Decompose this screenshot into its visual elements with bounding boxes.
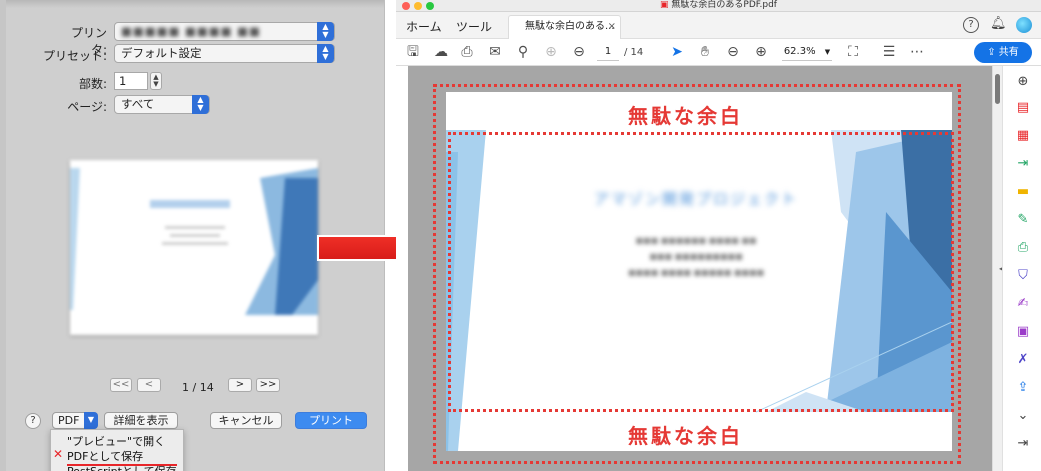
select-cursor-icon[interactable]: ➤ <box>668 43 686 61</box>
tab-document[interactable]: 無駄な余白のある... × <box>508 15 621 39</box>
page-first-button[interactable]: << <box>110 378 132 392</box>
comment-icon[interactable]: ▬ <box>1015 184 1031 200</box>
window-title: 無駄な余白のあるPDF.pdf <box>671 0 777 10</box>
zoom-search-icon[interactable]: ⚲ <box>514 43 532 61</box>
close-icon[interactable]: × <box>608 16 616 38</box>
menu-item-open-preview[interactable]: "プレビュー"で開く <box>67 433 165 449</box>
page-down-icon[interactable]: ⊖ <box>570 43 588 61</box>
send-sign-icon[interactable]: ▣ <box>1015 324 1031 340</box>
show-details-button[interactable]: 詳細を表示 <box>104 412 178 429</box>
toolbar: 🖫︎ ☁︎ ⎙ ✉︎ ⚲ ⊕ ⊖ 1 / 14 ➤ ✋︎ ⊖ ⊕ 62.3% ▼… <box>396 39 1041 66</box>
create-pdf-icon[interactable]: ▤ <box>1015 100 1031 116</box>
page-prev-button[interactable]: < <box>137 378 161 392</box>
pdf-button-label: PDF <box>58 414 80 427</box>
window-minimize-button[interactable] <box>414 2 422 10</box>
content-area-outline <box>448 132 954 412</box>
window-close-button[interactable] <box>402 2 410 10</box>
print-icon[interactable]: ⎙ <box>458 43 476 61</box>
search-zoom-icon[interactable]: ⊕ <box>1015 74 1031 90</box>
page-indicator: 1 / 14 <box>182 381 214 394</box>
print-production-icon[interactable]: ⎙ <box>1015 240 1031 256</box>
save-icon[interactable]: 🖫︎ <box>404 43 422 61</box>
organize-pages-icon[interactable]: ▦ <box>1015 128 1031 144</box>
zoom-select[interactable]: 62.3% ▼ <box>782 44 832 61</box>
chevron-down-icon: ▼ <box>824 48 831 56</box>
left-strip <box>396 66 408 471</box>
avatar[interactable] <box>1016 17 1032 33</box>
tab-bar: ホーム ツール 無駄な余白のある... × ? 🔔︎ <box>396 12 1041 39</box>
hand-icon[interactable]: ✋︎ <box>696 43 714 61</box>
mail-icon[interactable]: ✉︎ <box>486 43 504 61</box>
page-next-button[interactable]: > <box>228 378 252 392</box>
page-last-button[interactable]: >> <box>256 378 280 392</box>
share-upload-icon: ⇪ <box>987 47 999 58</box>
pdf-dropdown-menu: "プレビュー"で開く ✕ PDFとして保存 PostScriptとして保存 <box>50 429 184 471</box>
dialog-left-edge <box>0 0 6 471</box>
page-fit-icon[interactable]: ⛶ <box>844 43 862 61</box>
zoom-value: 62.3% <box>783 46 816 57</box>
tab-tools[interactable]: ツール <box>456 18 492 35</box>
menu-item-save-as-postscript[interactable]: PostScriptとして保存 <box>67 463 177 471</box>
cloud-upload-icon[interactable]: ☁︎ <box>432 43 450 61</box>
dialog-top-shadow <box>0 0 384 8</box>
chevron-updown-icon: ▲ ▼ <box>192 95 209 114</box>
pages-value: すべて <box>121 97 155 111</box>
preset-label: プリセット: <box>42 49 107 63</box>
scrollbar-thumb[interactable] <box>995 74 1000 104</box>
wasted-margin-label-top: 無駄な余白 <box>628 104 743 128</box>
bell-icon[interactable]: 🔔︎ <box>990 16 1007 31</box>
share-icon[interactable]: ⇪ <box>1015 380 1031 396</box>
pages-label: ページ: <box>67 100 107 114</box>
help-icon[interactable]: ? <box>963 17 979 33</box>
share-button[interactable]: ⇪ 共有 <box>974 42 1032 63</box>
scroll-mode-icon[interactable]: ☰ <box>880 43 898 61</box>
menu-item-save-as-pdf[interactable]: PDFとして保存 <box>67 448 143 464</box>
printer-value: ■■■■■ ■■■■ ■■ <box>121 24 261 38</box>
expand-icon[interactable]: ⌄ <box>1015 408 1031 424</box>
window-zoom-button[interactable] <box>426 2 434 10</box>
pdf-menu-button[interactable]: PDF ▼ <box>52 412 98 429</box>
print-preview-thumbnail <box>70 160 318 335</box>
document-tab-label: 無駄な余白のある... <box>525 21 615 32</box>
more-tools-icon[interactable]: ✗ <box>1015 352 1031 368</box>
fill-sign-icon[interactable]: ✍︎ <box>1015 296 1031 312</box>
zoom-out-icon[interactable]: ⊖ <box>724 43 742 61</box>
preset-value: デフォルト設定 <box>121 46 202 60</box>
copies-input[interactable]: 1 <box>114 72 148 90</box>
page-number-input[interactable]: 1 <box>597 44 619 61</box>
chevron-updown-icon: ▲ ▼ <box>317 22 334 41</box>
zoom-in-icon[interactable]: ⊕ <box>752 43 770 61</box>
share-label: 共有 <box>998 47 1019 58</box>
chevron-updown-icon: ▲ ▼ <box>317 44 334 63</box>
copies-label: 部数: <box>78 77 107 91</box>
print-button[interactable]: プリント <box>295 412 367 429</box>
chevron-down-icon: ▼ <box>84 412 98 429</box>
export-pdf-icon[interactable]: ⇥ <box>1015 156 1031 172</box>
cancel-button[interactable]: キャンセル <box>210 412 282 429</box>
help-button[interactable]: ? <box>25 413 41 429</box>
page-up-icon[interactable]: ⊕ <box>542 43 560 61</box>
preset-select[interactable]: デフォルト設定 ▲ ▼ <box>114 44 335 63</box>
pdf-file-icon: ▣ <box>660 0 669 10</box>
panel-toggle-icon[interactable]: ⇥ <box>1015 436 1031 452</box>
tools-panel: ⊕ ▤ ▦ ⇥ ▬ ✎ ⎙ ⛉ ✍︎ ▣ ✗ ⇪ ⌄ ⇥ <box>1002 66 1041 471</box>
preview-slide-graphic <box>70 168 318 315</box>
copies-stepper[interactable]: ▲ ▼ <box>150 72 162 90</box>
more-icon[interactable]: ⋯ <box>908 43 926 61</box>
edit-pdf-icon[interactable]: ✎ <box>1015 212 1031 228</box>
page-total: / 14 <box>624 47 644 58</box>
title-bar: ▣ 無駄な余白のあるPDF.pdf <box>396 0 1041 12</box>
protect-icon[interactable]: ⛉ <box>1015 268 1031 284</box>
wasted-margin-label-bottom: 無駄な余白 <box>628 424 743 448</box>
pages-select[interactable]: すべて ▲ ▼ <box>114 95 210 114</box>
printer-select[interactable]: ■■■■■ ■■■■ ■■ ▲ ▼ <box>114 22 335 41</box>
close-x-icon: ✕ <box>53 447 64 461</box>
tab-home[interactable]: ホーム <box>406 18 442 35</box>
